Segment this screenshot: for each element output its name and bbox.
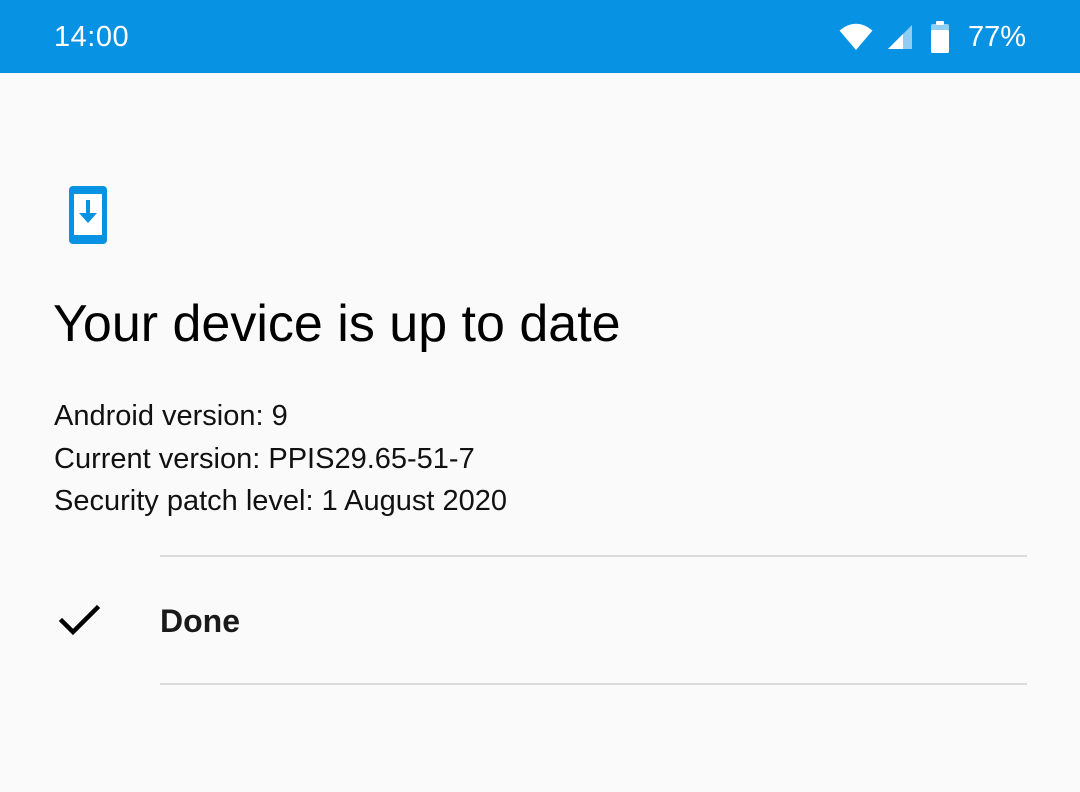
system-update-icon <box>69 186 107 244</box>
battery-percentage: 77% <box>967 21 1026 53</box>
page-title: Your device is up to date <box>53 295 621 353</box>
android-version-text: Android version: 9 <box>54 400 288 432</box>
battery-icon <box>930 21 950 53</box>
status-time: 14:00 <box>54 21 130 53</box>
check-icon <box>58 603 102 639</box>
status-icons: 77% <box>838 18 1026 56</box>
divider-bottom <box>160 683 1027 685</box>
version-info: Android version: 9 Current version: PPIS… <box>54 395 507 523</box>
wifi-icon <box>838 19 874 55</box>
cellular-signal-icon <box>886 23 914 51</box>
security-patch-text: Security patch level: 1 August 2020 <box>54 485 508 517</box>
status-bar: 14:00 77% <box>0 0 1080 73</box>
done-button[interactable]: Done <box>0 557 1080 683</box>
current-version-text: Current version: PPIS29.65-51-7 <box>54 442 475 475</box>
done-label: Done <box>160 603 240 639</box>
